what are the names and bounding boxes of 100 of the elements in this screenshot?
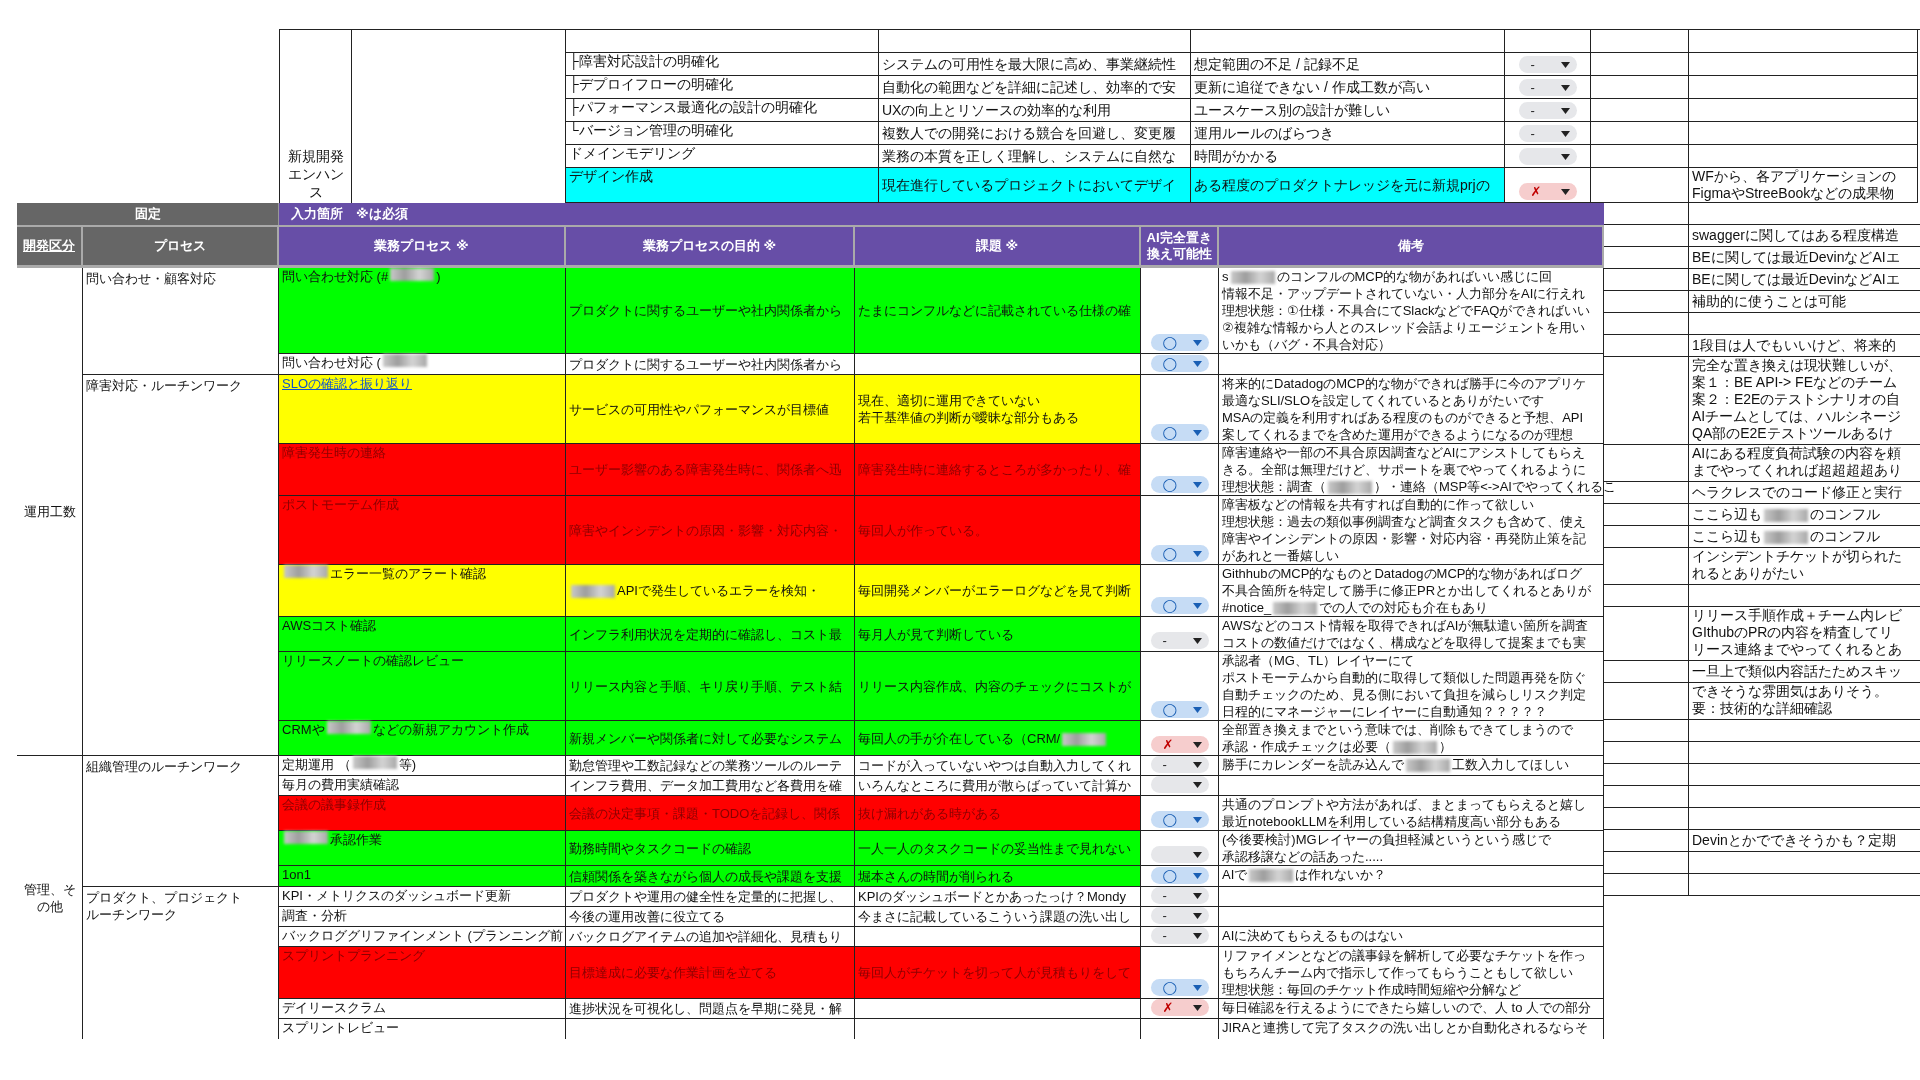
table-cell: 自動化の範囲などを詳細に記述し、効率的で安	[879, 76, 1191, 99]
table-cell: 毎月の費用実績確認	[279, 776, 566, 796]
note-line: BEに関しては最近DevinなどAIエ	[1692, 271, 1901, 288]
table-cell: 現在進行しているプロジェクトにおいてデザイ	[879, 168, 1191, 203]
table-cell: システムの可用性を最大限に高め、事業継続性	[879, 53, 1191, 76]
dropdown-chip[interactable]: -	[1518, 102, 1577, 119]
column-header: 備考	[1219, 227, 1604, 265]
column-header: プロセス	[83, 227, 279, 265]
link[interactable]: SLOの確認と振り返り	[282, 375, 412, 392]
note-line: 承認・作成チェックは必要（	[1222, 739, 1391, 754]
dropdown-chip[interactable]: -	[1150, 887, 1209, 904]
dropdown-chip[interactable]: -	[1518, 56, 1577, 73]
note-line: AWSなどのコスト情報を取得できればAIが無駄遣い箇所を調査	[1222, 617, 1590, 634]
caret-icon	[1560, 107, 1570, 114]
table-cell: )	[436, 268, 441, 285]
note-line: 毎回人の手が介在している（CRM/	[858, 730, 1061, 746]
dropdown-chip[interactable]: ◯	[1150, 701, 1209, 718]
caret-icon	[1192, 892, 1202, 899]
dropdown-chip[interactable]: -	[1150, 756, 1209, 773]
dropdown-chip[interactable]: -	[1518, 79, 1577, 96]
dropdown-chip[interactable]	[1150, 776, 1209, 793]
table-cell-text: プロダクトに関するユーザーや社内関係者から	[569, 355, 843, 373]
column-header: 課題 ※	[855, 227, 1141, 265]
dropdown-chip[interactable]: -	[1518, 125, 1577, 142]
note-line: 一旦上で類似内容話たためスキッ	[1692, 663, 1903, 680]
dropdown-chip[interactable]: ◯	[1150, 334, 1209, 351]
table-cell: 承認作業	[330, 831, 382, 848]
caret-icon	[1192, 932, 1202, 939]
table-cell: 等)	[398, 756, 416, 773]
caret-icon	[1192, 984, 1202, 991]
note-line: 時間がかかる	[1194, 147, 1279, 165]
note-line: のコンフルのMCP的な物があればいい感じに回	[1276, 269, 1553, 284]
note-line: 将来的にDatadogのMCP的な物ができれば勝手に今のアプリケ	[1222, 375, 1588, 392]
note-line: コードが入っていないやつは自動入力してくれ	[858, 757, 1132, 774]
dropdown-chip[interactable]: ✗	[1150, 999, 1209, 1016]
note-line: 日程的にマネージャーにレイヤーに自動通知？？？？？	[1222, 703, 1548, 720]
dropdown-chip[interactable]: ◯	[1150, 545, 1209, 562]
redaction-mark	[571, 585, 615, 599]
dropdown-chip[interactable]: ◯	[1150, 979, 1209, 996]
dropdown-chip[interactable]	[1518, 148, 1577, 165]
dropdown-chip[interactable]: ◯	[1150, 597, 1209, 614]
table-cell: リリースノートの確認レビュー	[279, 652, 566, 721]
note-line: 承認者（MG、TL）レイヤーにて	[1222, 652, 1416, 669]
dropdown-chip[interactable]: ◯	[1150, 424, 1209, 441]
table-cell: 問い合わせ対応 (	[282, 354, 381, 371]
note-line: FigmaやStreeBookなどの成果物	[1692, 185, 1896, 202]
note-line: リリース内容作成、内容のチェックにコストが	[858, 677, 1132, 695]
dropdown-chip[interactable]: -	[1150, 907, 1209, 924]
note-line: 理想状態：過去の類似事例調査など調査タスクも含めて、使え	[1222, 513, 1587, 530]
dropdown-chip[interactable]: ✗	[1518, 183, 1577, 200]
dropdown-chip[interactable]: ◯	[1150, 476, 1209, 493]
caret-icon	[1192, 339, 1202, 346]
note-line: ポストモーテムから自動的に取得して類似した問題再発を防ぐ	[1222, 669, 1587, 686]
table-cell: ポストモーテム作成	[279, 496, 566, 565]
column-header: 業務プロセス ※	[279, 227, 566, 265]
table-cell-text: 目標達成に必要な作業計画を立てる	[569, 964, 778, 981]
table-cell: 1on1	[279, 866, 566, 886]
note-line: 抜け漏れがある時がある	[858, 804, 1002, 822]
note-line: 想定範囲の不足 / 記録不足	[1194, 55, 1361, 73]
caret-icon	[1192, 706, 1202, 713]
redaction-mark	[1249, 869, 1294, 883]
caret-icon	[1560, 84, 1570, 91]
caret-icon	[1192, 781, 1202, 788]
redaction-mark	[352, 756, 397, 769]
note-line: 案１：BE API-> FEなどのチーム	[1692, 374, 1898, 391]
redaction-mark	[284, 565, 328, 578]
note-line: 工数入力してほしい	[1452, 757, 1569, 772]
note-line: #notice_	[1222, 600, 1272, 615]
note-line: 案してくれるまでを含めた運用ができるようになるのが理想	[1222, 426, 1574, 443]
dropdown-chip[interactable]: -	[1150, 927, 1209, 944]
table-cell: 会議の議事録作成	[279, 796, 566, 831]
table-cell: 問い合わせ対応 (#	[282, 268, 389, 285]
note-line: 案２：E2Eのテストシナリオの自	[1692, 391, 1902, 408]
dropdown-chip[interactable]	[1150, 846, 1209, 863]
table-cell: ├障害対応設計の明確化	[566, 53, 879, 76]
note-line: AIで	[1222, 867, 1248, 882]
note-line: のコンフル	[1810, 528, 1880, 544]
table-cell-text: 勤怠管理や工数記録などの業務ツールのルーテ	[569, 757, 843, 774]
note-line: いかも（バグ・不具合対応）	[1222, 336, 1392, 353]
note-line: AIに決めてもらえるものはない	[1222, 927, 1405, 944]
note-line: Devinとかでできそうかも？定期	[1692, 832, 1897, 849]
dropdown-chip[interactable]: ◯	[1150, 355, 1209, 372]
table-cell-text: 会議の決定事項・課題・TODOを記録し、関係	[569, 804, 842, 822]
caret-icon	[1192, 550, 1202, 557]
table-cell-text: 進捗状況を可視化し、問題点を早期に発見・解	[569, 1000, 843, 1017]
redaction-mark	[1764, 508, 1808, 522]
dropdown-chip[interactable]: ◯	[1150, 867, 1209, 884]
note-line: での人での対応も介在もあり	[1319, 600, 1489, 615]
table-cell-text: インフラ費用、データ加工費用など各費用を確	[569, 777, 843, 794]
column-header: 開発区分	[17, 227, 83, 265]
redaction-mark	[326, 721, 371, 734]
table-cell: ドメインモデリング	[566, 145, 879, 168]
redaction-mark	[1406, 759, 1450, 773]
note-line: 勝手にカレンダーを読み込んで	[1222, 757, 1404, 772]
table-cell-text: 信頼関係を築きながら個人の成長や課題を支援	[569, 867, 843, 885]
dropdown-chip[interactable]: ✗	[1150, 736, 1209, 753]
dropdown-chip[interactable]: ◯	[1150, 811, 1209, 828]
table-cell-text: リリース内容と手順、キリ戻り手順、テスト結	[569, 677, 843, 695]
dropdown-chip[interactable]: -	[1150, 632, 1209, 649]
input-header: 入力箇所 ※は必須	[279, 203, 1604, 225]
